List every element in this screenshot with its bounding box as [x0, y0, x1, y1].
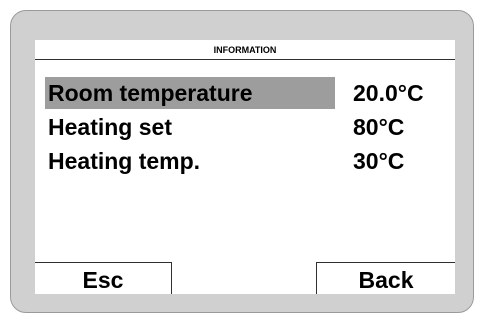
row-label: Heating temp. — [48, 148, 201, 174]
row-value: 30°C — [353, 148, 405, 174]
row-label: Room temperature — [45, 77, 335, 109]
info-row-heating-temp[interactable]: Heating temp. 30°C — [35, 145, 455, 177]
screen-title: INFORMATION — [35, 40, 455, 60]
row-value: 80°C — [353, 114, 405, 140]
row-label: Heating set — [48, 114, 172, 140]
info-row-room-temperature[interactable]: Room temperature 20.0°C — [35, 77, 455, 109]
row-value: 20.0°C — [353, 80, 424, 106]
back-softkey[interactable]: Back — [316, 262, 455, 294]
lcd-screen: INFORMATION Room temperature 20.0°C Heat… — [35, 40, 455, 294]
info-row-heating-set[interactable]: Heating set 80°C — [35, 111, 455, 143]
esc-softkey[interactable]: Esc — [35, 262, 172, 294]
